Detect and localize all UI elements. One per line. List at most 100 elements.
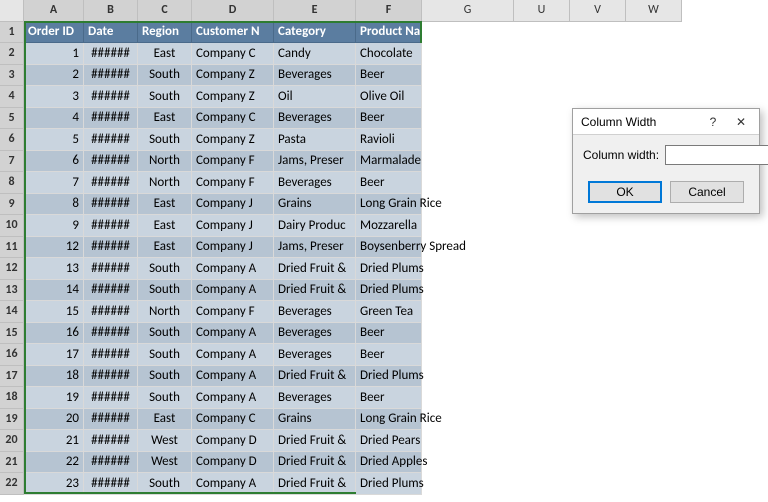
cell-empty[interactable] [570, 65, 626, 87]
cell-data[interactable]: Company J [192, 194, 274, 216]
cell-empty[interactable] [570, 301, 626, 323]
column-header-V[interactable]: V [570, 0, 626, 22]
cell-data[interactable]: Beer [356, 65, 422, 87]
cell-data[interactable]: Dried Pears [356, 430, 422, 452]
cell-data[interactable]: Oil [274, 86, 356, 108]
cell-data[interactable]: Dried Plums [356, 258, 422, 280]
cell-data[interactable]: Dried Fruit & [274, 473, 356, 495]
cell-empty[interactable] [422, 473, 514, 495]
cell-empty[interactable] [626, 409, 682, 431]
cell-data[interactable]: Company A [192, 473, 274, 495]
cell-empty[interactable] [570, 473, 626, 495]
cell-data[interactable]: ###### [84, 194, 138, 216]
cell-empty[interactable] [570, 409, 626, 431]
cell-data[interactable]: East [138, 409, 192, 431]
cell-data[interactable]: Company A [192, 366, 274, 388]
cell-empty[interactable] [514, 237, 570, 259]
row-header-12[interactable]: 12 [0, 258, 24, 280]
row-header-16[interactable]: 16 [0, 344, 24, 366]
cell-data[interactable]: 4 [24, 108, 84, 130]
cell-empty[interactable] [570, 344, 626, 366]
cell-data[interactable]: Company F [192, 151, 274, 173]
cell-data[interactable]: East [138, 237, 192, 259]
cell-empty[interactable] [422, 22, 514, 44]
cell-data[interactable]: ###### [84, 473, 138, 495]
cell-data[interactable]: Jams, Preser [274, 237, 356, 259]
cell-data[interactable]: Dairy Produc [274, 215, 356, 237]
cell-empty[interactable] [514, 387, 570, 409]
header-cell[interactable]: Customer N [192, 22, 274, 44]
cell-data[interactable]: ###### [84, 215, 138, 237]
cell-data[interactable]: ###### [84, 452, 138, 474]
cell-empty[interactable] [514, 86, 570, 108]
cell-empty[interactable] [422, 430, 514, 452]
cell-empty[interactable] [514, 366, 570, 388]
cell-empty[interactable] [570, 452, 626, 474]
ok-button[interactable]: OK [588, 181, 662, 203]
cell-empty[interactable] [422, 65, 514, 87]
cell-empty[interactable] [626, 258, 682, 280]
cell-empty[interactable] [422, 387, 514, 409]
cell-empty[interactable] [570, 258, 626, 280]
cell-data[interactable]: 2 [24, 65, 84, 87]
cell-data[interactable]: 7 [24, 172, 84, 194]
cell-empty[interactable] [570, 366, 626, 388]
cell-data[interactable]: ###### [84, 280, 138, 302]
cell-empty[interactable] [422, 344, 514, 366]
cell-empty[interactable] [514, 409, 570, 431]
cell-data[interactable]: Company A [192, 344, 274, 366]
cell-data[interactable]: Company C [192, 409, 274, 431]
cell-empty[interactable] [570, 280, 626, 302]
cell-data[interactable]: Company F [192, 301, 274, 323]
cell-data[interactable]: Jams, Preser [274, 151, 356, 173]
cell-data[interactable]: South [138, 344, 192, 366]
cell-empty[interactable] [422, 323, 514, 345]
cell-data[interactable]: Beverages [274, 344, 356, 366]
cell-empty[interactable] [422, 86, 514, 108]
cell-data[interactable]: West [138, 430, 192, 452]
cell-data[interactable]: 16 [24, 323, 84, 345]
cell-data[interactable]: ###### [84, 43, 138, 65]
cell-empty[interactable] [626, 323, 682, 345]
cell-empty[interactable] [626, 22, 682, 44]
column-header-G[interactable]: G [422, 0, 514, 22]
row-header-19[interactable]: 19 [0, 409, 24, 431]
spreadsheet-grid[interactable]: ABCDEFGUVW1Order IDDateRegionCustomer NC… [0, 0, 682, 495]
cell-empty[interactable] [514, 194, 570, 216]
cancel-button[interactable]: Cancel [670, 181, 744, 203]
row-header-17[interactable]: 17 [0, 366, 24, 388]
row-header-9[interactable]: 9 [0, 194, 24, 216]
cell-data[interactable]: ###### [84, 323, 138, 345]
cell-empty[interactable] [514, 172, 570, 194]
cell-data[interactable]: ###### [84, 301, 138, 323]
column-header-B[interactable]: B [84, 0, 138, 22]
cell-empty[interactable] [422, 301, 514, 323]
cell-data[interactable]: 5 [24, 129, 84, 151]
cell-data[interactable]: 14 [24, 280, 84, 302]
cell-empty[interactable] [514, 258, 570, 280]
cell-data[interactable]: ###### [84, 387, 138, 409]
column-header-A[interactable]: A [24, 0, 84, 22]
cell-data[interactable]: 15 [24, 301, 84, 323]
row-header-22[interactable]: 22 [0, 473, 24, 495]
help-icon[interactable]: ? [699, 111, 727, 133]
row-header-11[interactable]: 11 [0, 237, 24, 259]
cell-data[interactable]: Dried Apples [356, 452, 422, 474]
cell-data[interactable]: 19 [24, 387, 84, 409]
row-header-6[interactable]: 6 [0, 129, 24, 151]
cell-data[interactable]: Beer [356, 108, 422, 130]
cell-empty[interactable] [514, 65, 570, 87]
cell-empty[interactable] [626, 215, 682, 237]
cell-data[interactable]: Dried Fruit & [274, 430, 356, 452]
cell-data[interactable]: Grains [274, 409, 356, 431]
row-header-3[interactable]: 3 [0, 65, 24, 87]
cell-empty[interactable] [626, 430, 682, 452]
cell-empty[interactable] [570, 237, 626, 259]
cell-empty[interactable] [514, 215, 570, 237]
cell-empty[interactable] [626, 344, 682, 366]
cell-data[interactable]: Company J [192, 215, 274, 237]
cell-data[interactable]: Company C [192, 108, 274, 130]
cell-data[interactable]: Dried Plums [356, 366, 422, 388]
cell-data[interactable]: Boysenberry Spread [356, 237, 422, 259]
cell-data[interactable]: Long Grain Rice [356, 409, 422, 431]
